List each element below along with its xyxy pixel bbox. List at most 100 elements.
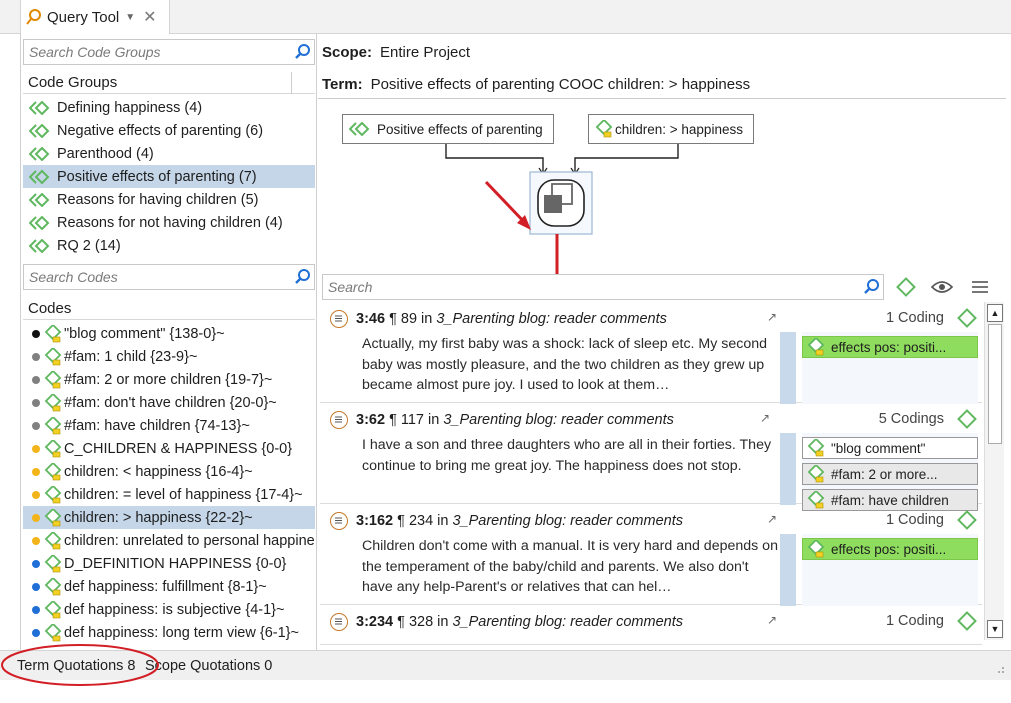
quotation-text: Actually, my first baby was a shock: lac… xyxy=(362,336,768,393)
coding-count[interactable]: 1 Coding xyxy=(850,310,944,326)
code-icon xyxy=(44,346,62,366)
code-group-item[interactable]: Negative effects of parenting (6) xyxy=(23,119,315,142)
code-icon xyxy=(44,622,62,642)
scroll-down-button[interactable]: ▼ xyxy=(987,620,1003,638)
code-groups-header[interactable]: Code Groups xyxy=(23,72,315,94)
code-group-label: Parenthood (4) xyxy=(57,145,154,162)
quotation-in: in xyxy=(437,614,449,630)
code-group-item[interactable]: Reasons for not having children (4) xyxy=(23,211,315,234)
coding-count[interactable]: 1 Coding xyxy=(850,512,944,528)
code-item[interactable]: children: < happiness {16-4}~ xyxy=(23,460,315,483)
code-group-item[interactable]: Parenthood (4) xyxy=(23,142,315,165)
coding-chip[interactable]: "blog comment" xyxy=(802,437,978,459)
code-color-dot xyxy=(32,536,40,545)
diamond-icon[interactable] xyxy=(957,611,977,631)
eye-icon[interactable] xyxy=(930,274,954,300)
quotation-icon xyxy=(330,512,348,530)
quotation-source: 3_Parenting blog: reader comments xyxy=(452,513,683,529)
tab-query-tool[interactable]: Query Tool ▼ ✕ xyxy=(20,0,170,34)
code-item[interactable]: C_CHILDREN & HAPPINESS {0-0} xyxy=(23,437,315,460)
diamond-icon[interactable] xyxy=(957,510,977,530)
diamond-icon[interactable] xyxy=(957,409,977,429)
code-item[interactable]: D_DEFINITION HAPPINESS {0-0} xyxy=(23,552,315,575)
code-group-item[interactable]: Defining happiness (4) xyxy=(23,96,315,119)
code-group-item[interactable]: Reasons for having children (5) xyxy=(23,188,315,211)
code-color-dot xyxy=(32,329,40,338)
code-group-icon xyxy=(28,192,51,207)
coding-bar xyxy=(780,433,796,505)
code-group-icon xyxy=(28,146,51,161)
results-scrollbar[interactable]: ▲ ▼ xyxy=(984,302,1004,640)
search-codes-input[interactable]: Search Codes xyxy=(23,264,315,290)
code-item[interactable]: def happiness: is subjective {4-1}~ xyxy=(23,598,315,621)
diamond-icon[interactable] xyxy=(894,274,918,300)
search-icon[interactable] xyxy=(861,276,883,298)
codes-list: "blog comment" {138-0}~ #fam: 1 child {23… xyxy=(23,322,315,644)
resize-grip-icon[interactable] xyxy=(995,664,1005,674)
quotation-icon xyxy=(330,310,348,328)
search-icon[interactable] xyxy=(292,266,314,288)
quotation-icon xyxy=(330,411,348,429)
search-code-groups-input[interactable]: Search Code Groups xyxy=(23,39,315,65)
codes-header-label: Codes xyxy=(28,300,72,317)
coding-count[interactable]: 5 Codings xyxy=(850,411,944,427)
code-item[interactable]: #fam: have children {74-13}~ xyxy=(23,414,315,437)
coding-count[interactable]: 1 Coding xyxy=(850,613,944,629)
quotation-paragraph: ¶ 328 xyxy=(397,614,434,630)
search-icon[interactable] xyxy=(292,41,314,63)
code-label: D_DEFINITION HAPPINESS {0-0} xyxy=(64,555,287,572)
code-group-item[interactable]: Positive effects of parenting (7) xyxy=(23,165,315,188)
code-icon xyxy=(44,415,62,435)
code-item[interactable]: children: > happiness {22-2}~ xyxy=(23,506,315,529)
coding-chip[interactable]: effects pos: positi... xyxy=(802,336,978,358)
open-external-icon[interactable]: ↗ xyxy=(767,613,777,627)
code-group-label: Reasons for having children (5) xyxy=(57,191,259,208)
code-icon xyxy=(44,392,62,412)
quotation-text: I have a son and three daughters who are… xyxy=(362,437,772,474)
code-label: def happiness: fulfillment {8-1}~ xyxy=(64,578,267,595)
code-icon xyxy=(807,438,825,457)
scroll-thumb[interactable] xyxy=(988,324,1002,444)
coding-chip[interactable]: #fam: 2 or more... xyxy=(802,463,978,485)
code-item[interactable]: children: unrelated to personal happines… xyxy=(23,529,315,552)
code-color-dot xyxy=(32,467,40,476)
quotation-row[interactable]: 3:162 ¶ 234 in 3_Parenting blog: reader c… xyxy=(320,504,982,606)
tab-dropdown-icon[interactable]: ▼ xyxy=(125,12,135,23)
code-color-dot xyxy=(32,628,40,637)
tab-close-icon[interactable]: ✕ xyxy=(143,7,156,27)
results-search-input[interactable]: Search xyxy=(322,274,884,300)
code-item[interactable]: #fam: don't have children {20-0}~ xyxy=(23,391,315,414)
results-search-placeholder: Search xyxy=(328,279,373,295)
code-group-icon xyxy=(28,100,51,115)
code-item[interactable]: children: = level of happiness {17-4}~ xyxy=(23,483,315,506)
codes-header[interactable]: Codes xyxy=(23,298,315,320)
open-external-icon[interactable]: ↗ xyxy=(760,411,770,425)
code-label: children: unrelated to personal happines… xyxy=(64,532,315,549)
term-line: Term: Positive effects of parenting COOC … xyxy=(322,76,750,93)
quotation-row[interactable]: 3:62 ¶ 117 in 3_Parenting blog: reader co… xyxy=(320,403,982,511)
coding-chip-label: effects pos: positi... xyxy=(831,339,947,355)
open-external-icon[interactable]: ↗ xyxy=(767,310,777,324)
code-group-label: RQ 2 (14) xyxy=(57,237,121,254)
open-external-icon[interactable]: ↗ xyxy=(767,512,777,526)
code-item[interactable]: #fam: 2 or more children {19-7}~ xyxy=(23,368,315,391)
code-label: children: < happiness {16-4}~ xyxy=(64,463,253,480)
coding-chip[interactable]: effects pos: positi... xyxy=(802,538,978,560)
scroll-up-button[interactable]: ▲ xyxy=(987,304,1003,322)
quotation-paragraph: ¶ 234 xyxy=(397,513,434,529)
column-splitter[interactable] xyxy=(291,72,292,94)
code-group-icon xyxy=(28,123,51,138)
quotation-row[interactable]: 3:46 ¶ 89 in 3_Parenting blog: reader com… xyxy=(320,302,982,404)
code-icon xyxy=(44,507,62,527)
code-icon xyxy=(44,599,62,619)
quotation-text: Children don't come with a manual. It is… xyxy=(362,538,778,595)
code-group-item[interactable]: RQ 2 (14) xyxy=(23,234,315,257)
code-item[interactable]: def happiness: fulfillment {8-1}~ xyxy=(23,575,315,598)
code-color-dot xyxy=(32,513,40,522)
diamond-icon[interactable] xyxy=(957,308,977,328)
code-item[interactable]: "blog comment" {138-0}~ xyxy=(23,322,315,345)
code-icon xyxy=(44,369,62,389)
menu-icon[interactable] xyxy=(968,274,992,300)
code-item[interactable]: #fam: 1 child {23-9}~ xyxy=(23,345,315,368)
quotation-row[interactable]: 3:234 ¶ 328 in 3_Parenting blog: reader c… xyxy=(320,605,982,645)
